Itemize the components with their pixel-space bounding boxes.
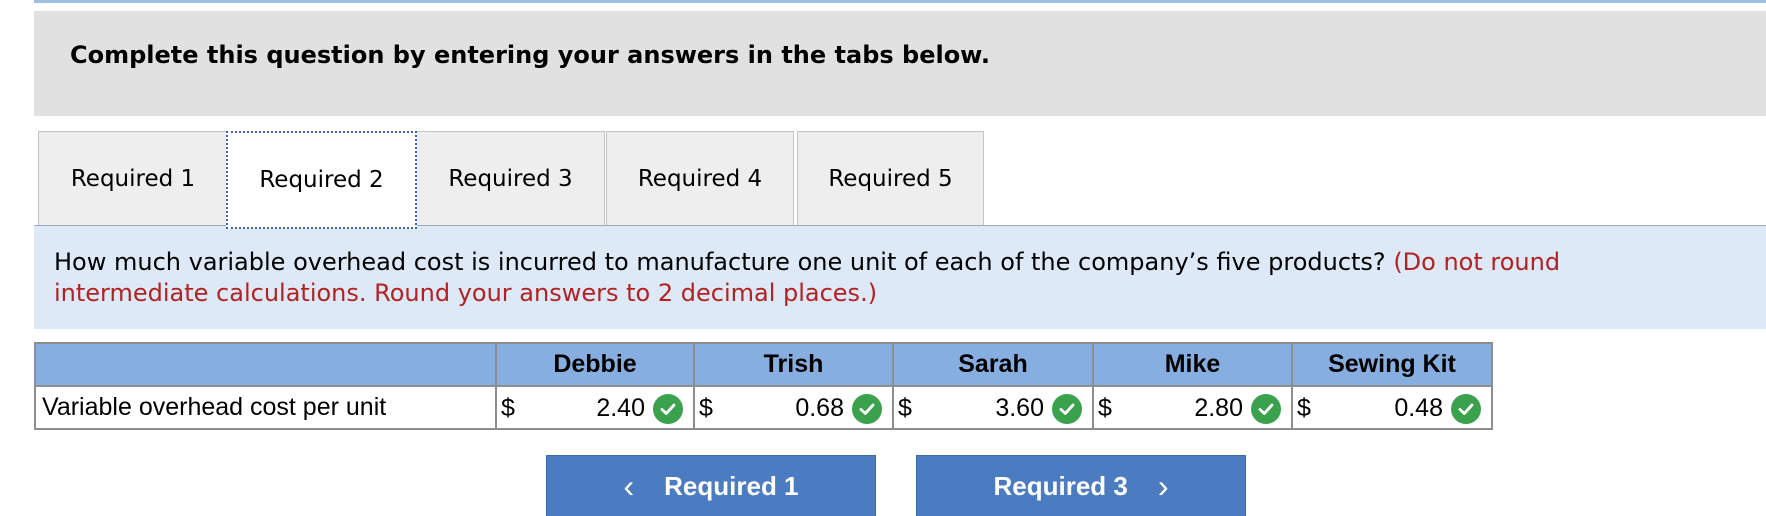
instruction-text: Complete this question by entering your …: [70, 41, 990, 69]
tab-required-1[interactable]: Required 1: [38, 131, 228, 225]
prev-button-label: Required 1: [664, 470, 799, 501]
top-divider: [34, 0, 1766, 3]
dollar-sign: $: [898, 394, 912, 422]
dollar-sign: $: [699, 394, 713, 422]
column-header-mike: Mike: [1092, 342, 1293, 387]
tab-required-3[interactable]: Required 3: [416, 131, 605, 225]
question-text: How much variable overhead cost is incur…: [54, 247, 1714, 309]
instruction-banner: Complete this question by entering your …: [34, 11, 1766, 116]
dollar-sign: $: [501, 394, 515, 422]
checkmark-icon: [1052, 394, 1082, 424]
row-label: Variable overhead cost per unit: [34, 385, 497, 430]
answer-value-sarah: 3.60: [995, 394, 1044, 422]
table-header-row: Debbie Trish Sarah Mike Sewing Kit: [34, 342, 1493, 387]
question-prompt: How much variable overhead cost is incur…: [54, 248, 1386, 276]
checkmark-icon: [653, 394, 683, 424]
column-header-sewing-kit: Sewing Kit: [1291, 342, 1493, 387]
tab-required-5[interactable]: Required 5: [797, 131, 984, 225]
chevron-left-icon: ‹: [623, 468, 635, 504]
checkmark-icon: [1451, 394, 1481, 424]
question-panel: How much variable overhead cost is incur…: [34, 226, 1766, 329]
answer-value-sewing-kit: 0.48: [1394, 394, 1443, 422]
column-header-trish: Trish: [693, 342, 894, 387]
answer-cell-sarah[interactable]: $ 3.60: [892, 385, 1094, 430]
checkmark-icon: [852, 394, 882, 424]
next-button-label: Required 3: [993, 470, 1128, 501]
next-required-3-button[interactable]: Required 3 ›: [916, 455, 1246, 516]
answer-cell-trish[interactable]: $ 0.68: [693, 385, 894, 430]
chevron-right-icon: ›: [1157, 468, 1169, 504]
answer-value-mike: 2.80: [1194, 394, 1243, 422]
dollar-sign: $: [1297, 394, 1311, 422]
header-blank-cell: [34, 342, 497, 387]
column-header-sarah: Sarah: [892, 342, 1094, 387]
tab-required-2[interactable]: Required 2: [226, 131, 417, 229]
answer-value-debbie: 2.40: [596, 394, 645, 422]
answer-cell-sewing-kit[interactable]: $ 0.48: [1291, 385, 1493, 430]
table-row: Variable overhead cost per unit $ 2.40 $…: [34, 385, 1493, 430]
tab-required-4[interactable]: Required 4: [606, 131, 794, 225]
prev-required-1-button[interactable]: ‹ Required 1: [546, 455, 876, 516]
answer-table: Debbie Trish Sarah Mike Sewing Kit Varia…: [34, 342, 1493, 430]
answer-value-trish: 0.68: [795, 394, 844, 422]
answer-cell-mike[interactable]: $ 2.80: [1092, 385, 1293, 430]
checkmark-icon: [1251, 394, 1281, 424]
column-header-debbie: Debbie: [495, 342, 695, 387]
dollar-sign: $: [1098, 394, 1112, 422]
answer-cell-debbie[interactable]: $ 2.40: [495, 385, 695, 430]
